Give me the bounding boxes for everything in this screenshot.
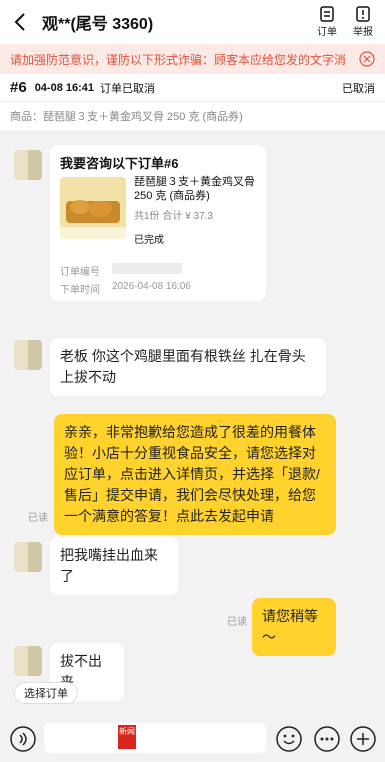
order-card[interactable]: 我要咨询以下订单#6 琵琶腿３支＋黄金鸡叉骨 250 克 (商品券) 共1份 合…	[50, 145, 266, 301]
read-status: 已读	[227, 617, 247, 628]
order-card-state: 已完成	[134, 235, 164, 246]
customer-avatar[interactable]	[14, 340, 42, 370]
report-icon	[356, 6, 370, 22]
emoji-icon[interactable]	[276, 726, 302, 752]
fraud-warning-banner[interactable]: 请加强防范意识，谨防以下形式诈骗：顾客本应给您发的文字消息是...	[0, 44, 385, 74]
customer-avatar[interactable]	[14, 542, 42, 572]
order-card-qty-total: 共1份 合计 ¥ 37.3	[134, 211, 213, 222]
contact-name: 观**(尾号 3360)	[42, 16, 154, 33]
back-arrow-icon	[14, 13, 25, 31]
read-status: 已读	[28, 513, 48, 524]
order-time: 04-08 16:41	[34, 81, 95, 94]
order-status: 订单已取消	[100, 82, 156, 95]
order-list-icon	[320, 6, 334, 22]
warning-text: 请加强防范意识，谨防以下形式诈骗：顾客本应给您发的文字消息是...	[10, 52, 345, 67]
order-no-value-blurred	[112, 263, 182, 274]
report-button-label: 举报	[353, 27, 373, 38]
close-icon[interactable]	[359, 51, 375, 67]
plus-icon[interactable]	[350, 726, 376, 752]
order-number: #6	[10, 79, 27, 96]
message-input[interactable]: 新闻	[44, 723, 266, 753]
goods-summary: 商品：琵琶腿３支＋黄金鸡叉骨 250 克 (商品券)	[0, 102, 385, 130]
order-no-label: 订单编号	[60, 267, 100, 278]
more-icon[interactable]	[314, 726, 340, 752]
back-button[interactable]	[0, 0, 40, 44]
news-watermark: 新闻	[118, 725, 136, 749]
order-card-goods: 琵琶腿３支＋黄金鸡叉骨 250 克 (商品券)	[134, 176, 255, 202]
order-status-tag: 已取消	[342, 82, 375, 95]
message-bubble[interactable]: 老板 你这个鸡腿里面有根铁丝 扎在骨头上拔不动	[50, 338, 326, 396]
order-time-label: 下单时间	[60, 285, 100, 296]
voice-icon[interactable]	[10, 726, 36, 752]
reply-bubble[interactable]: 请您稍等～	[252, 598, 336, 656]
customer-avatar[interactable]	[14, 646, 42, 676]
input-bar: 新闻	[0, 712, 385, 762]
select-order-button[interactable]: 选择订单	[14, 682, 78, 704]
customer-avatar[interactable]	[14, 150, 42, 180]
order-button-label: 订单	[317, 27, 337, 38]
header-actions: 订单 举报	[315, 6, 375, 38]
order-card-title: 我要咨询以下订单#6	[60, 156, 179, 171]
chat-header: 观**(尾号 3360) 订单 举报	[0, 0, 385, 44]
order-button[interactable]: 订单	[315, 6, 339, 38]
auto-reply-bubble[interactable]: 亲亲，非常抱歉给您造成了很差的用餐体验！小店十分重视食品安全，请您选择对应订单，…	[54, 414, 336, 535]
report-button[interactable]: 举报	[351, 6, 375, 38]
order-info-bar[interactable]: #6 04-08 16:41 订单已取消 已取消	[0, 74, 385, 102]
order-time-value: 2026-04-08 16:06	[112, 281, 191, 292]
product-image	[60, 177, 126, 239]
message-bubble[interactable]: 把我嘴挂出血来了	[50, 537, 178, 595]
